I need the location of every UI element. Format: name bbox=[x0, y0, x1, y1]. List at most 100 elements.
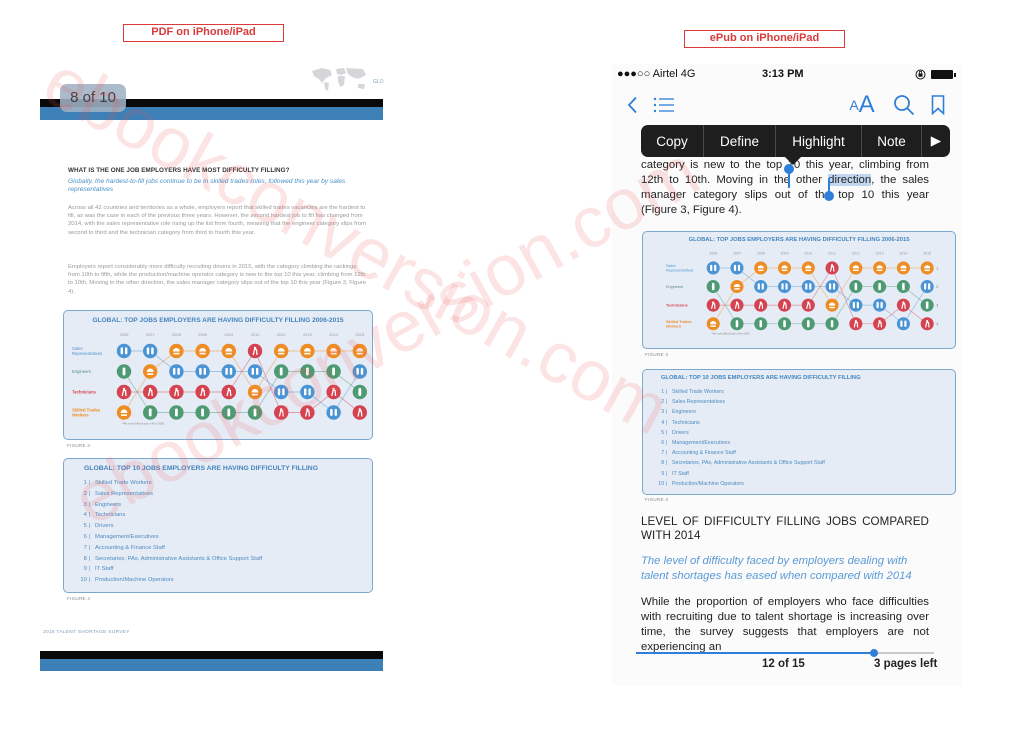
world-map-icon bbox=[312, 68, 366, 91]
row-label: Technicians bbox=[666, 304, 688, 308]
selection-end-handle[interactable] bbox=[824, 178, 834, 201]
row-label: Engineers bbox=[72, 369, 91, 374]
series-line-S bbox=[124, 350, 361, 414]
list-title: GLOBAL: TOP 10 JOBS EMPLOYERS ARE HAVING… bbox=[84, 465, 319, 472]
top10-list: 1 | Skilled Trade Workers 2 | Sales Represe… bbox=[78, 480, 262, 588]
list-item-label: Production/Machine Operators bbox=[95, 577, 174, 584]
rank-icon-technicians bbox=[873, 317, 887, 331]
list-item-label: Management/Executives bbox=[672, 439, 731, 446]
note-menu-item[interactable]: Note bbox=[862, 125, 922, 157]
year-tick-label: 2006 bbox=[120, 332, 130, 337]
list-item: 9 | IT Staff bbox=[78, 566, 262, 577]
hardhat-glyph bbox=[252, 393, 258, 396]
highlight-menu-item[interactable]: Highlight bbox=[776, 125, 862, 157]
rank-icon-technicians bbox=[274, 405, 289, 420]
person-glyph bbox=[828, 283, 832, 290]
list-item-label: Management/Executives bbox=[95, 533, 159, 540]
rank-icon-sales-representatives bbox=[896, 317, 910, 331]
person-glyph bbox=[830, 320, 834, 328]
rank-icon-sales-representatives bbox=[195, 364, 210, 379]
search-button[interactable] bbox=[892, 90, 916, 120]
person-glyph bbox=[332, 367, 335, 376]
hardhat-glyph bbox=[173, 352, 180, 355]
list-item: 1 | Skilled Trade Workers bbox=[655, 389, 825, 399]
more-menu-arrow[interactable]: ▶ bbox=[922, 125, 950, 157]
person-glyph bbox=[227, 387, 230, 391]
search-icon bbox=[894, 95, 915, 116]
rank-icon-sales-representatives bbox=[116, 343, 132, 359]
hardhat-glyph bbox=[225, 352, 232, 355]
chart-footnote: *4th most difficult job to fill in 2006 bbox=[122, 422, 165, 426]
person-glyph bbox=[203, 367, 206, 375]
list-item-label: Skilled Trade Workers bbox=[95, 480, 152, 486]
list-title: GLOBAL: TOP 10 JOBS EMPLOYERS ARE HAVING… bbox=[661, 375, 861, 381]
person-glyph bbox=[781, 283, 784, 290]
person-glyph bbox=[304, 388, 307, 396]
person-glyph bbox=[120, 347, 123, 355]
figure-3-chart: GLOBAL: TOP JOBS EMPLOYERS ARE HAVING DI… bbox=[642, 231, 956, 349]
list-item-number: 3 | bbox=[661, 409, 667, 416]
list-item: 7 | Accounting & Finance Staff bbox=[655, 450, 825, 460]
list-item-number: 10 | bbox=[80, 577, 90, 584]
year-tick-label: 2008 bbox=[757, 251, 765, 255]
selected-text[interactable]: direction bbox=[828, 174, 872, 186]
selection-start-handle[interactable] bbox=[784, 164, 794, 188]
list-item-number: 8 | bbox=[83, 555, 90, 562]
person-glyph bbox=[735, 320, 739, 328]
person-glyph bbox=[358, 388, 362, 396]
list-item-number: 4 | bbox=[83, 512, 90, 519]
person-glyph bbox=[832, 283, 836, 290]
hardhat-glyph bbox=[853, 269, 859, 272]
person-glyph bbox=[251, 367, 254, 375]
list-item-label: Engineers bbox=[672, 409, 696, 416]
person-glyph bbox=[783, 320, 786, 328]
person-glyph bbox=[878, 282, 881, 291]
hardhat-glyph bbox=[734, 288, 740, 290]
person-glyph bbox=[279, 367, 283, 376]
back-button[interactable] bbox=[624, 90, 640, 120]
list-item-number: 8 | bbox=[661, 460, 667, 467]
hardhat-glyph bbox=[121, 414, 127, 416]
hardhat-glyph bbox=[781, 269, 788, 272]
battery-icon bbox=[931, 70, 956, 79]
status-bar: ●●●○○ Airtel 4G 3:13 PM bbox=[612, 68, 961, 82]
figure-4-list: GLOBAL: TOP 10 JOBS EMPLOYERS ARE HAVING… bbox=[63, 458, 373, 593]
hardhat-glyph bbox=[147, 373, 154, 375]
list-item: 4 | Technicians bbox=[78, 512, 262, 523]
list-item-label: Engineers bbox=[95, 501, 122, 508]
year-tick-label: 2014 bbox=[899, 251, 907, 255]
person-glyph bbox=[253, 346, 257, 350]
list-item-label: Accounting & Finance Staff bbox=[95, 544, 165, 551]
series-line-K bbox=[712, 267, 928, 324]
person-glyph bbox=[854, 319, 857, 323]
rank-icon-technicians bbox=[754, 298, 768, 312]
rank-icon-sales-representatives bbox=[143, 343, 158, 359]
header-mark: GLO bbox=[373, 79, 384, 85]
figure-4-list: GLOBAL: TOP 10 JOBS EMPLOYERS ARE HAVING… bbox=[642, 369, 956, 495]
rank-icon-sales-representatives bbox=[221, 364, 236, 379]
list-item: 7 | Accounting & Finance Staff bbox=[78, 545, 262, 556]
bookmark-button[interactable] bbox=[929, 90, 947, 120]
person-glyph bbox=[925, 301, 929, 309]
progress-knob[interactable] bbox=[870, 649, 879, 657]
person-glyph bbox=[122, 387, 126, 391]
define-menu-item[interactable]: Define bbox=[704, 125, 776, 157]
body-paragraph: Employers report considerably more diffi… bbox=[68, 264, 366, 295]
copy-menu-item[interactable]: Copy bbox=[641, 125, 704, 157]
hardhat-glyph bbox=[710, 325, 716, 327]
hardhat-glyph bbox=[924, 269, 930, 272]
person-glyph bbox=[878, 319, 881, 323]
list-item-label: Secretaries, PAs, Administrative Assista… bbox=[95, 555, 263, 562]
font-size-button[interactable]: AA bbox=[847, 90, 877, 120]
person-glyph bbox=[122, 367, 126, 376]
rank-icon-sales-representatives bbox=[801, 280, 815, 294]
person-glyph bbox=[902, 301, 905, 304]
person-glyph bbox=[125, 347, 128, 355]
year-tick-label: 2007 bbox=[146, 332, 156, 337]
row-label: Representatives bbox=[72, 351, 102, 356]
figure-caption: FIGURE 3 bbox=[645, 352, 669, 357]
table-of-contents-button[interactable] bbox=[652, 90, 676, 120]
list-item-label: Technicians bbox=[672, 419, 700, 426]
rank-icon-technicians bbox=[221, 384, 236, 400]
year-tick-label: 2012 bbox=[852, 251, 860, 255]
